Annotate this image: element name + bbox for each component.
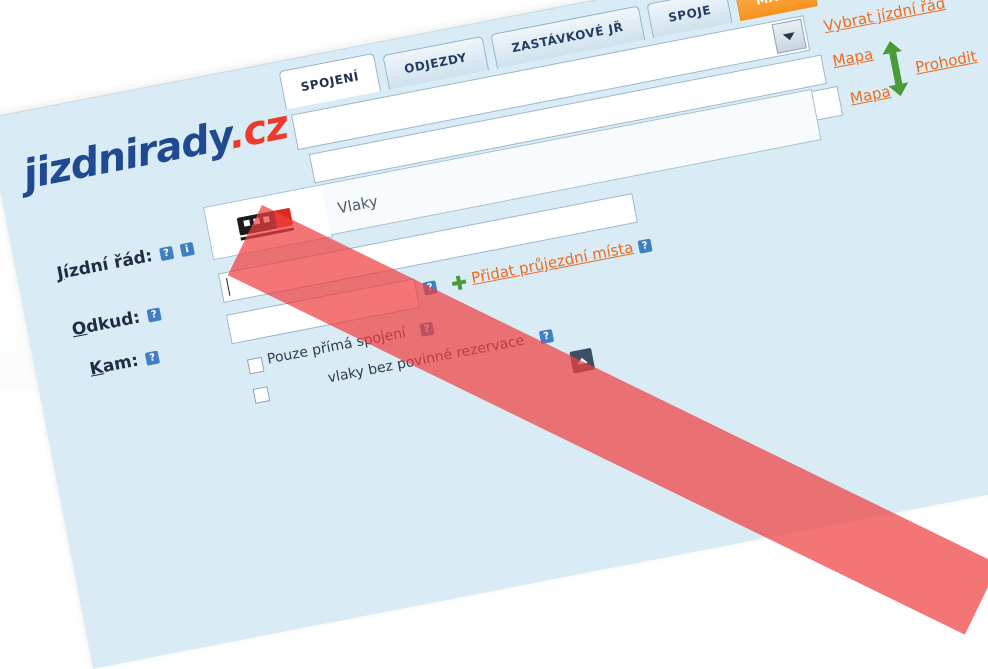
swap-down-arrow (888, 82, 911, 98)
from-label: Odkud: ? (70, 303, 162, 340)
map-from-link[interactable]: Mapa (831, 45, 875, 70)
site-logo[interactable]: jizdnirady.cz (19, 102, 291, 198)
select-timetable-link[interactable]: Vybrat jízdní řád (822, 0, 946, 35)
to-label-rest: am: (100, 350, 141, 378)
logo-tld: .cz (224, 102, 292, 159)
swap-up-arrow (880, 39, 903, 55)
text-cursor (225, 277, 231, 296)
direct-only-checkbox[interactable] (246, 356, 265, 375)
info-icon[interactable]: i (179, 241, 195, 257)
timetable-label-rest: ízdní řád: (61, 245, 155, 283)
logo-main: jizdnirady (19, 113, 234, 199)
help-icon[interactable]: ? (146, 306, 162, 323)
help-icon[interactable]: ? (158, 245, 175, 261)
chevron-down-icon[interactable] (771, 18, 807, 54)
from-label-rest: dkud: (84, 307, 142, 338)
add-icon[interactable] (451, 275, 467, 291)
help-icon[interactable]: ? (637, 238, 653, 254)
timetable-label: Jízdní řád: ? i (55, 238, 195, 284)
tab-mapa[interactable]: MAPA (734, 0, 818, 22)
swap-link[interactable]: Prohodit (914, 47, 978, 77)
help-icon[interactable]: ? (144, 350, 161, 366)
no-reservation-checkbox[interactable] (252, 386, 271, 404)
to-label: Kam: ? (88, 347, 161, 380)
